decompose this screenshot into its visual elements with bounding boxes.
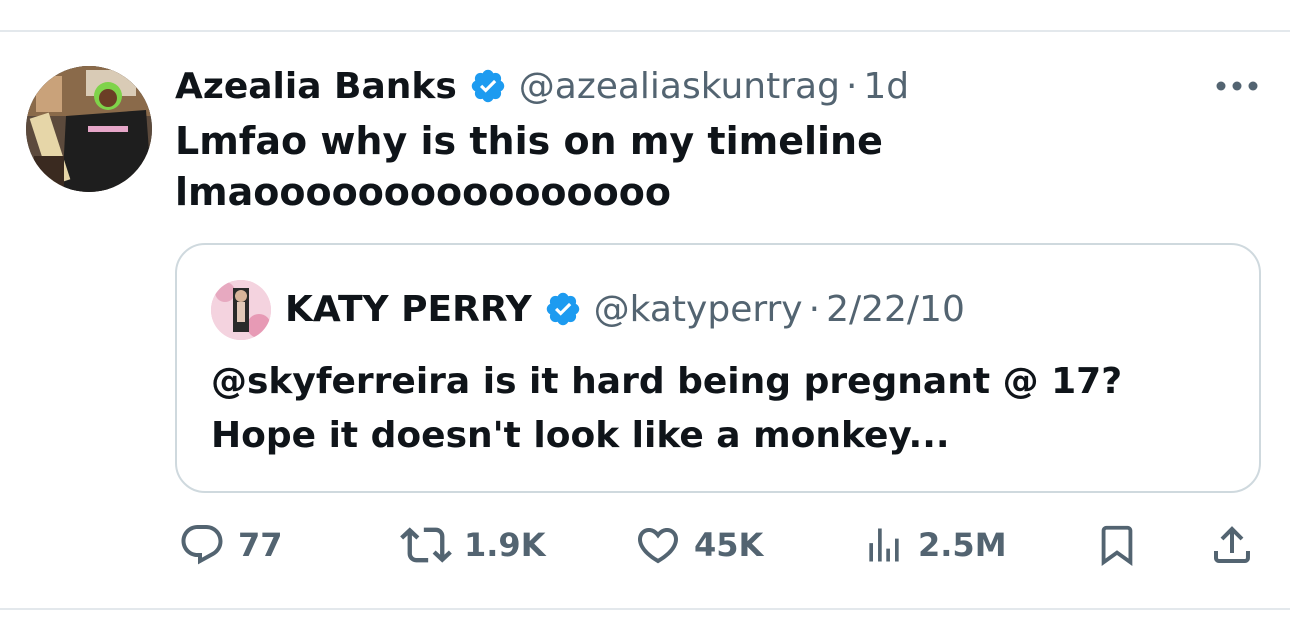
bookmark-button[interactable] (1094, 515, 1140, 575)
tweet-timestamp[interactable]: 1d (863, 66, 909, 107)
share-button[interactable] (1208, 515, 1256, 575)
top-divider (0, 30, 1290, 32)
quoted-author-handle[interactable]: @katyperry (594, 289, 803, 330)
author-avatar[interactable] (26, 66, 152, 192)
share-icon (1214, 526, 1250, 563)
retweet-icon (400, 527, 452, 563)
views-count: 2.5M (918, 526, 1007, 564)
reply-count: 77 (238, 526, 283, 564)
quoted-tweet-text-line: Hope it doesn't look like a monkey... (211, 415, 950, 456)
views-chart-icon (869, 528, 899, 562)
heart-icon (637, 528, 679, 564)
views-button[interactable]: 2.5M (862, 515, 1007, 575)
tweet-action-bar: 77 1.9K 45K 2.5M (0, 515, 1290, 575)
separator-dot: · (808, 288, 821, 330)
reply-icon (181, 525, 223, 565)
quoted-tweet-text-line: @skyferreira is it hard being pregnant @… (211, 361, 1123, 402)
author-handle[interactable]: @azealiaskuntrag (519, 66, 840, 107)
tweet-text: Lmfao why is this on my timeline lmaoooo… (175, 116, 1255, 218)
like-count: 45K (694, 526, 764, 564)
verified-badge-icon (544, 290, 582, 328)
quoted-tweet-card[interactable]: KATY PERRY @katyperry · 2/22/10 @skyferr… (175, 243, 1261, 493)
quoted-tweet-text: @skyferreira is it hard being pregnant @… (211, 355, 1122, 463)
tweet-header: Azealia Banks @azealiaskuntrag · 1d (175, 62, 909, 110)
retweet-button[interactable]: 1.9K (400, 515, 545, 575)
more-horizontal-icon (1216, 81, 1258, 91)
verified-badge-icon (469, 67, 507, 105)
separator-dot: · (845, 65, 858, 107)
more-options-button[interactable] (1212, 68, 1262, 104)
tweet-text-line: lmaoooooooooooooooo (175, 170, 671, 214)
bookmark-icon (1101, 525, 1133, 566)
retweet-count: 1.9K (464, 526, 546, 564)
quoted-author-avatar-image (211, 280, 271, 340)
like-button[interactable]: 45K (634, 515, 763, 575)
quoted-author-avatar[interactable] (211, 280, 271, 340)
author-display-name[interactable]: Azealia Banks (175, 66, 457, 107)
reply-button[interactable]: 77 (178, 515, 283, 575)
quoted-author-display-name[interactable]: KATY PERRY (285, 289, 532, 330)
bottom-divider (0, 608, 1290, 610)
quoted-tweet-timestamp[interactable]: 2/22/10 (826, 289, 965, 330)
quoted-tweet-header: KATY PERRY @katyperry · 2/22/10 (285, 283, 965, 335)
author-avatar-image (26, 66, 152, 192)
tweet-text-line: Lmfao why is this on my timeline (175, 119, 883, 163)
